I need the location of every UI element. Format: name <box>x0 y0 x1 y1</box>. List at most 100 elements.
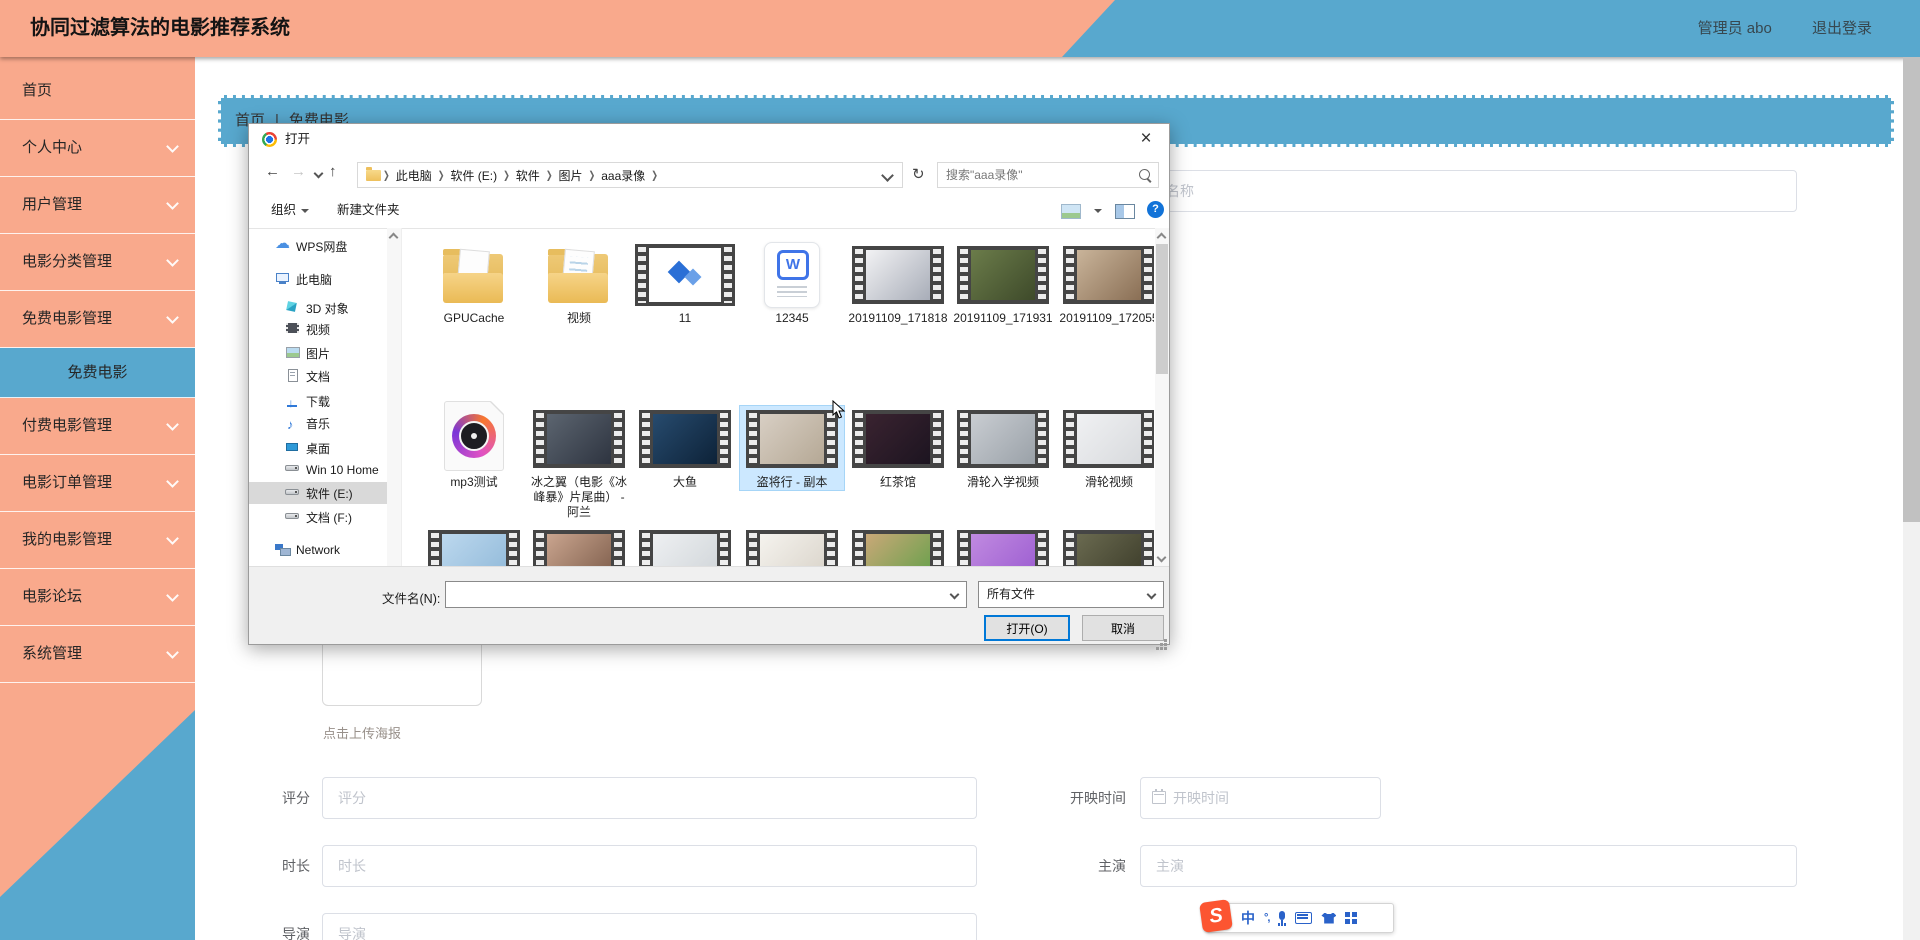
sogou-logo-icon[interactable]: S <box>1199 899 1233 933</box>
logout-link[interactable]: 退出登录 <box>1812 20 1872 37</box>
refresh-icon[interactable]: ↻ <box>912 167 925 183</box>
sidebar-item-电影分类管理[interactable]: 电影分类管理 <box>0 234 195 291</box>
file-mp3测试[interactable]: mp3测试 <box>422 401 526 490</box>
path-separator-icon[interactable]: ❯ <box>383 169 390 181</box>
view-options-caret-icon[interactable] <box>1094 209 1102 213</box>
sidebar-item-免费电影[interactable]: 免费电影 <box>0 348 195 398</box>
tree-item-WPS网盘[interactable]: WPS网盘 <box>249 235 401 257</box>
duration-input[interactable] <box>322 845 977 887</box>
forward-icon[interactable]: → <box>291 163 306 180</box>
sidebar-item-系统管理[interactable]: 系统管理 <box>0 626 195 683</box>
tree-item-label: 文档 (F:) <box>306 510 352 525</box>
page-scrollbar[interactable] <box>1903 57 1920 940</box>
file-盗将行 - 副本[interactable]: 盗将行 - 副本 <box>739 405 845 491</box>
tree-item-文档[interactable]: 文档 <box>249 365 401 387</box>
sidebar-item-免费电影管理[interactable]: 免费电影管理 <box>0 291 195 348</box>
file-11[interactable]: 11 <box>633 242 737 326</box>
page-scrollbar-thumb[interactable] <box>1903 57 1920 522</box>
grid-scroll-up-icon[interactable] <box>1156 232 1167 243</box>
tree-scroll-up-icon[interactable] <box>388 232 399 243</box>
ime-punctuation-icon[interactable]: °, <box>1264 912 1271 924</box>
sidebar-item-个人中心[interactable]: 个人中心 <box>0 120 195 177</box>
rating-input[interactable] <box>322 777 977 819</box>
ime-mode-chinese[interactable]: 中 <box>1241 908 1255 928</box>
path-segment[interactable]: 图片 <box>553 167 589 184</box>
grid-scrollbar-thumb[interactable] <box>1156 244 1168 374</box>
tree-item-Win 10 Home[interactable]: Win 10 Home <box>249 458 401 480</box>
file-item[interactable] <box>846 526 950 566</box>
tree-item-3D 对象[interactable]: 3D 对象 <box>249 297 401 319</box>
organize-button[interactable]: 组织 <box>271 194 310 227</box>
file-GPUCache[interactable]: GPUCache <box>422 242 526 326</box>
director-input[interactable] <box>322 913 977 940</box>
path-separator-icon[interactable]: ❯ <box>546 169 553 181</box>
skin-icon[interactable] <box>1321 912 1337 924</box>
path-separator-icon[interactable]: ❯ <box>589 169 596 181</box>
file-item[interactable] <box>1057 526 1154 566</box>
cancel-button[interactable]: 取消 <box>1082 615 1164 641</box>
tree-item-此电脑[interactable]: 此电脑 <box>249 268 401 290</box>
new-folder-button[interactable]: 新建文件夹 <box>337 194 400 227</box>
tree-item-音乐[interactable]: 音乐 <box>249 412 401 436</box>
file-item[interactable] <box>951 526 1055 566</box>
path-segment[interactable]: 软件 <box>510 167 546 184</box>
tree-item-软件 (E:)[interactable]: 软件 (E:) <box>249 482 401 504</box>
file-item[interactable] <box>422 526 526 566</box>
file-item[interactable] <box>740 526 844 566</box>
search-input[interactable] <box>938 163 1158 187</box>
tree-item-图片[interactable]: 图片 <box>249 342 401 364</box>
file-20191109_172055[interactable]: 20191109_172055 <box>1057 242 1154 326</box>
sidebar-item-付费电影管理[interactable]: 付费电影管理 <box>0 398 195 455</box>
file-20191109_171818[interactable]: 20191109_171818 <box>846 242 950 326</box>
sidebar-item-用户管理[interactable]: 用户管理 <box>0 177 195 234</box>
back-icon[interactable]: ← <box>265 163 280 180</box>
filetype-combo[interactable]: 所有文件 <box>978 581 1164 608</box>
filename-input[interactable] <box>446 582 966 607</box>
tree-item-Network[interactable]: Network <box>249 538 401 560</box>
sidebar-item-我的电影管理[interactable]: 我的电影管理 <box>0 512 195 569</box>
resize-grip[interactable] <box>1164 639 1167 642</box>
open-button[interactable]: 打开(O) <box>984 615 1070 641</box>
grid-scroll-down-icon[interactable] <box>1156 552 1167 563</box>
tree-item-视频[interactable]: 视频 <box>249 318 401 340</box>
path-separator-icon[interactable]: ❯ <box>438 169 445 181</box>
release-time-input[interactable] <box>1140 777 1381 819</box>
poster-upload-tip[interactable]: 点击上传海报 <box>323 723 401 742</box>
path-separator-icon[interactable]: ❯ <box>503 169 510 181</box>
address-dropdown-chevron-icon[interactable] <box>881 168 894 182</box>
file-红茶馆[interactable]: 红茶馆 <box>846 406 950 490</box>
tree-scrollbar[interactable] <box>387 228 401 566</box>
sidebar-item-电影论坛[interactable]: 电影论坛 <box>0 569 195 626</box>
microphone-icon[interactable] <box>1278 911 1286 925</box>
sidebar-item-电影订单管理[interactable]: 电影订单管理 <box>0 455 195 512</box>
file-12345[interactable]: 12345 <box>740 242 844 326</box>
file-item[interactable] <box>527 526 631 566</box>
help-icon[interactable]: ? <box>1147 201 1164 218</box>
file-大鱼[interactable]: 大鱼 <box>633 406 737 490</box>
toolbox-icon[interactable] <box>1345 912 1357 924</box>
file-视频[interactable]: 视频 <box>527 242 631 326</box>
file-滑轮视频[interactable]: 滑轮视频 <box>1057 406 1154 490</box>
file-冰之翼（电影《冰峰暴》片尾曲） - 阿兰[interactable]: 冰之翼（电影《冰峰暴》片尾曲） - 阿兰 <box>527 406 631 520</box>
view-thumbnails-icon[interactable] <box>1061 204 1081 219</box>
up-icon[interactable]: ↑ <box>329 163 337 180</box>
keyboard-icon[interactable] <box>1295 912 1313 924</box>
path-segment[interactable]: aaa录像 <box>595 167 651 184</box>
sidebar-item-首页[interactable]: 首页 <box>0 63 195 120</box>
path-segment[interactable]: 此电脑 <box>390 167 438 184</box>
address-breadcrumb-bar[interactable]: ❯ 此电脑 ❯ 软件 (E:) ❯ 软件 ❯ 图片 ❯ aaa录像 ❯ <box>357 162 903 188</box>
starring-input[interactable] <box>1140 845 1797 887</box>
preview-pane-icon[interactable] <box>1115 204 1135 219</box>
movie-name-input[interactable] <box>1122 170 1797 212</box>
tree-item-下载[interactable]: 下载 <box>249 390 401 414</box>
file-item[interactable] <box>633 526 737 566</box>
close-icon[interactable]: × <box>1133 126 1159 152</box>
file-grid-scrollbar[interactable] <box>1155 228 1169 566</box>
tree-item-桌面[interactable]: 桌面 <box>249 437 401 459</box>
tree-item-文档 (F:)[interactable]: 文档 (F:) <box>249 506 401 528</box>
file-20191109_171931[interactable]: 20191109_171931 <box>951 242 1055 326</box>
history-chevron-icon[interactable] <box>313 168 324 179</box>
path-separator-icon[interactable]: ❯ <box>651 169 658 181</box>
path-segment[interactable]: 软件 (E:) <box>444 167 503 184</box>
file-滑轮入学视频[interactable]: 滑轮入学视频 <box>951 406 1055 490</box>
